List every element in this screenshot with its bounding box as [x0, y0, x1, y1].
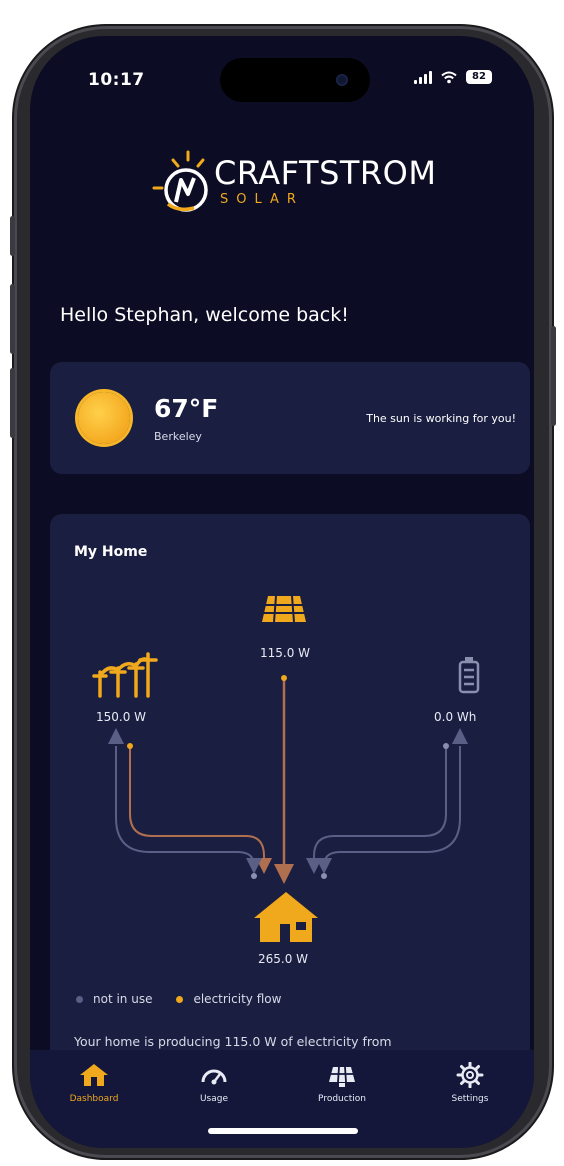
home-value: 265.0 W	[258, 952, 309, 966]
status-time: 10:17	[88, 70, 145, 90]
greeting-text: Hello Stephan, welcome back!	[60, 304, 349, 326]
city-name: Berkeley	[154, 430, 202, 443]
battery-value: 0.0 Wh	[434, 710, 477, 724]
gauge-icon	[201, 1069, 227, 1085]
energy-flow-diagram	[92, 595, 480, 942]
brand-logo: CRAFTSTROM SOLAR	[148, 148, 448, 232]
home-icon	[80, 1064, 108, 1086]
volume-up-button	[10, 284, 15, 354]
tab-production-label: Production	[318, 1094, 366, 1104]
gear-icon	[456, 1062, 484, 1088]
wifi-icon	[441, 71, 457, 83]
tab-settings[interactable]: Settings	[422, 1062, 518, 1104]
temperature: 67°F	[154, 394, 219, 423]
solar-panel-icon	[262, 595, 306, 623]
solar-panel-icon	[329, 1066, 355, 1087]
logo-name: CRAFTSTROM	[214, 154, 437, 192]
grid-flow-line	[108, 728, 272, 874]
grid-value: 150.0 W	[96, 710, 147, 724]
battery-flow-line	[306, 728, 468, 874]
volume-down-button	[10, 368, 15, 438]
logo-subtitle: SOLAR	[220, 192, 304, 207]
tab-usage-label: Usage	[199, 1094, 229, 1104]
home-icon	[254, 892, 318, 942]
weather-card: 67°F Berkeley The sun is working for you…	[50, 362, 530, 474]
action-button	[10, 216, 15, 256]
dynamic-island	[220, 58, 370, 102]
status-icons: 82	[414, 70, 492, 84]
weather-message: The sun is working for you!	[366, 412, 516, 425]
battery-icon: 82	[466, 70, 492, 84]
tab-usage[interactable]: Usage	[166, 1062, 262, 1104]
signal-icon	[414, 70, 432, 84]
tab-dashboard-label: Dashboard	[69, 1094, 119, 1104]
production-summary: Your home is producing 115.0 W of electr…	[74, 1034, 392, 1049]
battery-storage-icon	[458, 657, 480, 694]
solar-value: 115.0 W	[260, 646, 311, 660]
tab-dashboard[interactable]: Dashboard	[46, 1062, 142, 1104]
app-screen: 10:17 82 CRAFTSTROM SOLAR Hello Stephan,…	[30, 36, 534, 1148]
flow-legend: not in use electricity flow	[76, 992, 281, 1006]
home-indicator[interactable]	[208, 1128, 358, 1134]
electricity-flow-dot	[176, 995, 184, 1003]
power-button	[551, 326, 556, 426]
tab-production[interactable]: Production	[294, 1062, 390, 1104]
legend-electricity-flow: electricity flow	[193, 992, 282, 1006]
logo-emblem-icon	[152, 150, 208, 212]
legend-not-in-use: not in use	[93, 992, 153, 1006]
sun-icon	[78, 392, 130, 444]
not-in-use-dot	[76, 995, 83, 1003]
tab-settings-label: Settings	[451, 1094, 489, 1104]
my-home-card: My Home 115.0 W 150.0 W 0.0 Wh 265.0 W n…	[50, 514, 530, 1074]
power-grid-icon	[92, 652, 158, 698]
